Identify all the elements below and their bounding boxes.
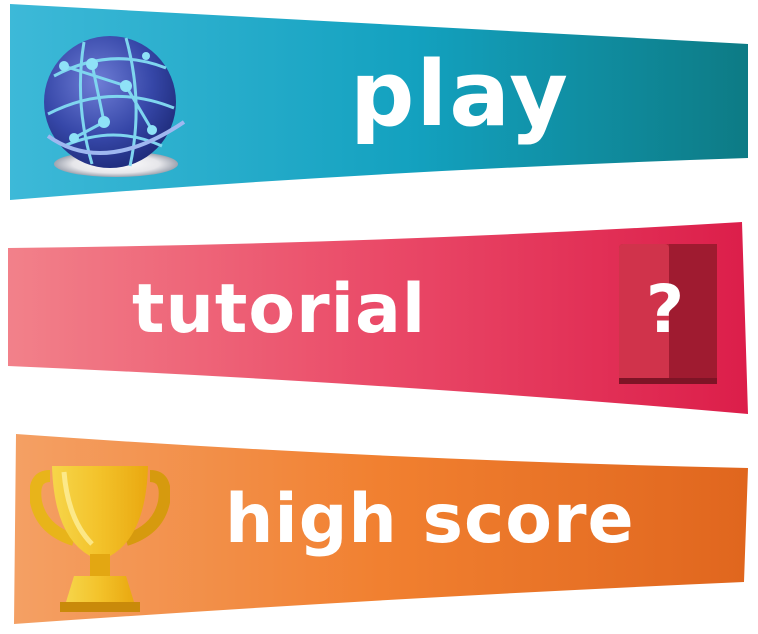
trophy-icon — [30, 466, 170, 612]
high-score-label[interactable]: high score — [225, 486, 635, 554]
